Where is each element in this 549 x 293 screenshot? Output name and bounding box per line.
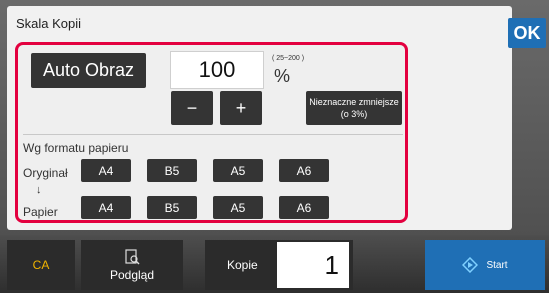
increase-button[interactable]: +	[220, 91, 262, 125]
arrow-down-icon: ↓	[36, 184, 42, 196]
original-size-b5[interactable]: B5	[147, 159, 197, 182]
paper-size-b5[interactable]: B5	[147, 196, 197, 219]
slight-reduce-label: Nieznaczne zmniejsze	[309, 97, 399, 107]
slight-reduce-button[interactable]: Nieznaczne zmniejsze (o 3%)	[306, 91, 402, 125]
copies-label: Kopie	[227, 258, 258, 272]
start-label: Start	[486, 259, 508, 271]
start-icon	[462, 257, 479, 273]
preview-label: Podgląd	[109, 267, 155, 282]
slight-reduce-sub: (o 3%)	[340, 109, 368, 119]
copies-count-field[interactable]: 1	[277, 242, 349, 288]
original-size-a4[interactable]: A4	[81, 159, 131, 182]
section-divider	[23, 134, 403, 135]
panel-title: Skala Kopii	[16, 16, 82, 31]
scale-value-field[interactable]: 100	[170, 51, 264, 89]
start-button[interactable]: Start	[425, 240, 545, 290]
paper-size-a6[interactable]: A6	[279, 196, 329, 219]
preview-button[interactable]: Podgląd	[81, 240, 183, 290]
original-size-a5[interactable]: A5	[213, 159, 263, 182]
original-label: Oryginał	[23, 166, 68, 180]
percent-unit: %	[274, 66, 291, 86]
auto-image-button[interactable]: Auto Obraz	[31, 53, 146, 88]
clear-all-button[interactable]: CA	[7, 240, 75, 290]
original-size-a6[interactable]: A6	[279, 159, 329, 182]
preview-icon	[125, 248, 140, 264]
scale-range-label: ( 25~200 )	[272, 55, 305, 62]
decrease-button[interactable]: −	[171, 91, 213, 125]
paper-size-a4[interactable]: A4	[81, 196, 131, 219]
paper-size-a5[interactable]: A5	[213, 196, 263, 219]
paper-label: Papier	[23, 205, 58, 219]
ok-button[interactable]: OK	[508, 18, 546, 48]
copies-control: Kopie 1	[205, 240, 353, 290]
paper-format-heading: Wg formatu papieru	[23, 141, 129, 155]
